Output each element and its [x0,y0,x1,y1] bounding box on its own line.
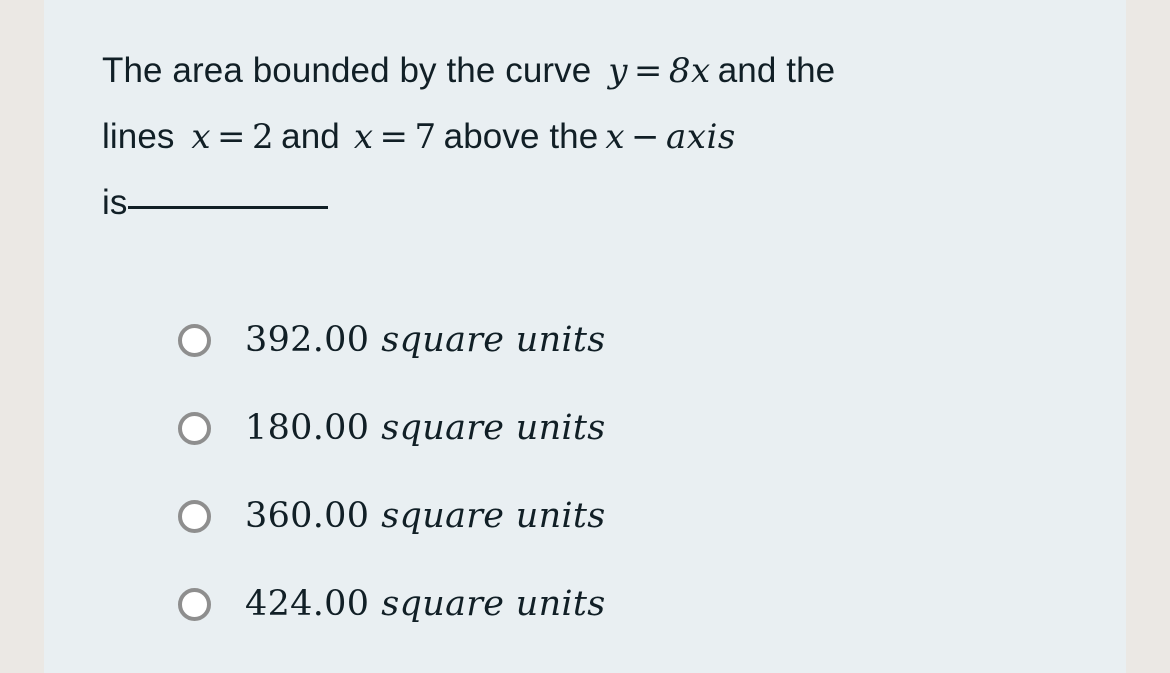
question-line-3-text: is [102,183,128,222]
option-value-a: 392.00 [245,320,370,360]
option-unit-a: square units [381,320,606,360]
math-value-2: 2 [252,117,275,157]
question-card: The area bounded by the curve y = 8x and th… [44,0,1126,673]
math-operator-minus: − [631,117,660,157]
math-expression-x-equals-2: x = 2 [191,117,274,157]
option-unit-d: square units [381,584,606,624]
math-operator-equals: = [379,117,409,157]
radio-button-icon-c[interactable] [178,499,211,533]
math-expression-x-equals-7: x = 7 [354,117,437,157]
math-variable-x: x [605,117,625,157]
option-row-c[interactable]: 360.00 square units [102,472,1102,560]
math-variable-x: x [191,117,211,157]
math-operator-equals: = [217,117,246,157]
option-unit-b: square units [381,408,606,448]
math-expression-y-equals-8x: y = 8x [608,51,711,91]
question-line-3: is [102,170,1102,236]
math-variable-y: y [608,51,628,91]
math-term-8x: 8x [668,51,711,91]
option-label-a: 392.00 square units [245,320,606,360]
math-variable-x: x [353,117,374,157]
option-row-d[interactable]: 424.00 square units [102,560,1102,648]
math-operator-equals: = [633,51,663,91]
radio-button-icon-b[interactable] [178,411,211,445]
option-row-b[interactable]: 180.00 square units [102,384,1102,472]
page-root: The area bounded by the curve y = 8x and th… [0,0,1170,673]
question-line-2-text-middle: and [281,117,340,156]
question-line-2-text-after: above the [443,117,599,156]
answer-blank [128,206,329,209]
question-line-1-text-after: and the [717,51,836,90]
question-line-1-text-before: The area bounded by the curve [102,51,592,90]
question-line-2: lines x = 2 and x = 7 above the x − axis [102,104,1102,170]
math-expression-x-axis: x − axis [605,117,735,157]
option-label-c: 360.00 square units [245,496,606,536]
option-label-b: 180.00 square units [245,408,606,448]
question-line-2-text-before: lines [102,117,175,156]
option-unit-c: square units [381,496,606,536]
question-line-1: The area bounded by the curve y = 8x and th… [102,38,1102,104]
option-label-d: 424.00 square units [245,584,606,624]
option-row-a[interactable]: 392.00 square units [102,296,1102,384]
math-value-7: 7 [414,117,437,157]
radio-button-icon-d[interactable] [178,587,211,621]
radio-button-icon-a[interactable] [178,323,211,357]
math-word-axis: axis [666,117,736,157]
option-value-d: 424.00 [245,584,370,624]
question-stem: The area bounded by the curve y = 8x and th… [102,38,1102,236]
answer-options-list: 392.00 square units 180.00 square units 36… [102,296,1102,648]
option-value-c: 360.00 [245,496,370,536]
option-value-b: 180.00 [245,408,370,448]
